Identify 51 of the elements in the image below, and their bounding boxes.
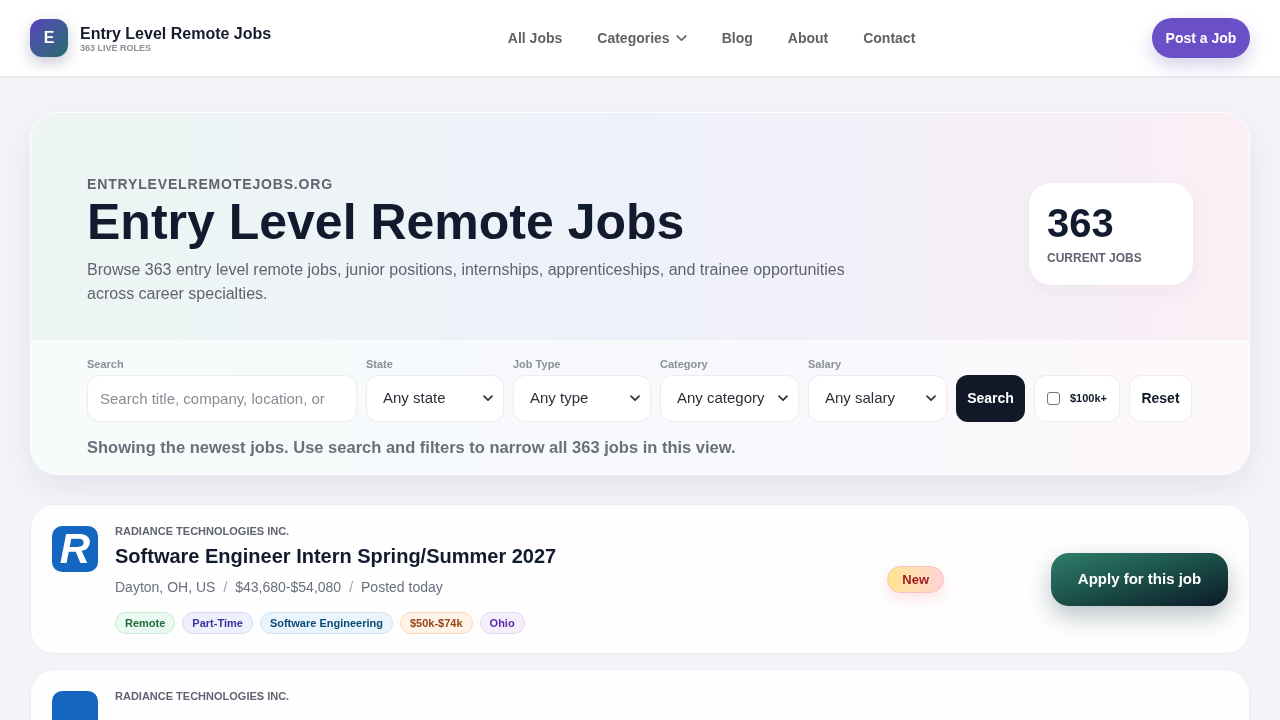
results-summary: Showing the newest jobs. Use search and filters to narrow all 363 jobs in this view.	[87, 437, 737, 457]
select-dropdown[interactable]: Any state	[366, 375, 504, 422]
job-tag: Software Engineering	[259, 612, 393, 634]
chevron-down-icon	[778, 395, 788, 402]
nav-link[interactable]: Categories	[597, 27, 687, 49]
post-job-button[interactable]: Post a Job	[1152, 18, 1250, 58]
job-title[interactable]: Software Engineer Intern Spring/Summer 2027	[115, 545, 888, 568]
high-salary-toggle[interactable]: $100k+	[1034, 375, 1120, 422]
site-subtitle: 363 LIVE ROLES	[80, 42, 153, 53]
field-label: State	[366, 357, 394, 371]
meta-separator: /	[223, 578, 228, 596]
field-label: Search	[87, 357, 125, 371]
search-button[interactable]: Search	[956, 375, 1025, 422]
nav-link[interactable]: Contact	[863, 27, 916, 49]
job-tag: Remote	[115, 612, 176, 634]
job-count-label: CURRENT JOBS	[1047, 251, 1143, 265]
job-tag: $50k-$74k	[399, 612, 473, 634]
search-field[interactable]: Search title, company, location, or	[87, 375, 357, 422]
hero-description: Browse 363 entry level remote jobs, junior positions, internships, apprenticeships, and trainee opportunities across career specialties.	[87, 260, 846, 304]
nav-link[interactable]: About	[787, 27, 829, 49]
select-dropdown[interactable]: Any salary	[808, 375, 947, 422]
field-label: Salary	[808, 357, 843, 371]
job-meta: Dayton, OH, US	[115, 578, 216, 596]
field-label: Job Type	[513, 357, 562, 371]
company-logo	[52, 691, 98, 720]
select-dropdown[interactable]: Any category	[660, 375, 799, 422]
site-logo: E	[30, 19, 68, 57]
apply-button[interactable]: Apply for this job	[1051, 553, 1228, 606]
chevron-down-icon	[483, 395, 493, 402]
select-dropdown[interactable]: Any type	[513, 375, 651, 422]
job-meta: $43,680-$54,080	[235, 578, 342, 596]
nav-link[interactable]: Blog	[721, 27, 753, 49]
reset-button[interactable]: Reset	[1129, 375, 1192, 422]
company-logo: R	[52, 526, 98, 572]
job-tag: Ohio	[479, 612, 525, 634]
site-title: Entry Level Remote Jobs	[80, 23, 272, 43]
company-name: RADIANCE TECHNOLOGIES INC.	[115, 525, 291, 537]
site-domain: ENTRYLEVELREMOTEJOBS.ORG	[87, 176, 334, 192]
new-badge: New	[887, 566, 944, 593]
chevron-down-icon	[630, 395, 640, 402]
job-meta: Posted today	[361, 578, 443, 596]
field-label: Category	[660, 357, 709, 371]
job-tag: Part-Time	[182, 612, 253, 634]
checkbox[interactable]	[1047, 392, 1060, 405]
nav-link[interactable]: All Jobs	[507, 27, 563, 49]
chevron-down-icon	[675, 34, 687, 42]
job-count: 363	[1047, 203, 1115, 243]
chevron-down-icon	[926, 395, 936, 402]
company-name: RADIANCE TECHNOLOGIES INC.	[115, 690, 291, 702]
meta-separator: /	[349, 578, 354, 596]
hero-title: Entry Level Remote Jobs	[87, 197, 686, 247]
